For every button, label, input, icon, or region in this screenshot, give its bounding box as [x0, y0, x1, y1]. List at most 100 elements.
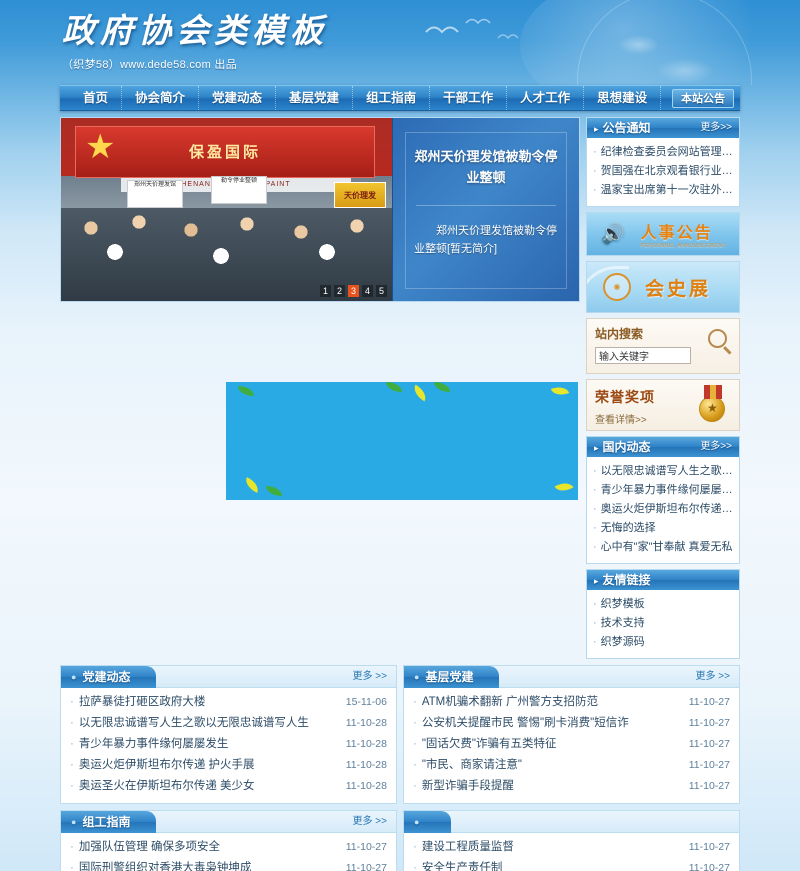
news-row[interactable]: ATM机骗术翻新 广州警方支招防范 11-10-27: [413, 692, 730, 713]
news-row-date: 11-10-28: [345, 759, 387, 771]
list-item[interactable]: 技术支持: [593, 614, 733, 633]
news-row[interactable]: 以无限忠诚谱写人生之歌以无限忠诚谱写人生 11-10-28: [70, 713, 387, 734]
nav-item-list: 首页 协会简介 党建动态 基层党建 组工指南 干部工作 人才工作 思想建设 荣誉…: [60, 86, 737, 110]
awards-banner[interactable]: 荣誉奖项 查看详情>>: [586, 379, 740, 431]
news-box-body: 建设工程质量监督11-10-27 安全生产责任制11-10-27 红花绿叶工程展…: [404, 833, 739, 871]
news-box-body: ATM机骗术翻新 广州警方支招防范 11-10-27 公安机关提醒市民 警惕"刷卡…: [404, 688, 739, 803]
notice-panel-header: 公告通知 更多>>: [587, 118, 739, 138]
slide-photo: 保盈国际 ★ HENAN CO.,LTD.OF PAINT 郑州天价理发馆 勒令…: [61, 118, 394, 301]
list-item[interactable]: 温家宝出席第十一次驻外使节...: [593, 181, 733, 200]
list-item[interactable]: 心中有"家"甘奉献 真爱无私: [593, 538, 733, 557]
list-item[interactable]: 织梦源码: [593, 633, 733, 652]
nav-item-ideology[interactable]: 思想建设: [584, 86, 662, 110]
links-panel-body: 织梦模板 技术支持 织梦源码: [587, 590, 739, 658]
domestic-news-panel: 国内动态 更多>> 以无限忠诚谱写人生之歌以无限 青少年暴力事件缘何屡屡发生 奥…: [586, 436, 740, 564]
links-panel-header: 友情链接: [587, 570, 739, 590]
news-row[interactable]: 青少年暴力事件缘何屡屡发生 11-10-28: [70, 734, 387, 755]
news-row[interactable]: 建设工程质量监督 11-10-27: [413, 837, 730, 858]
news-row-date: 11-10-27: [345, 841, 387, 853]
news-row-title: 国际刑警组织对香港大毒枭钟坤成: [70, 858, 338, 871]
slide-page-2[interactable]: 2: [334, 285, 345, 297]
news-row-date: 11-10-27: [688, 717, 730, 729]
news-grid: 党建动态 更多 >> 拉萨暴徒打砸区政府大楼 15-11-06 以无限忠诚谱写人生…: [60, 382, 740, 871]
news-row[interactable]: 公安机关提醒市民 警惕"刷卡消费"短信诈 11-10-27: [413, 713, 730, 734]
hero-slideshow[interactable]: 保盈国际 ★ HENAN CO.,LTD.OF PAINT 郑州天价理发馆 勒令…: [60, 117, 580, 302]
friendly-links-panel: 友情链接 织梦模板 技术支持 织梦源码: [586, 569, 740, 659]
list-item[interactable]: 以无限忠诚谱写人生之歌以无限: [593, 462, 733, 481]
notice-panel-body: 纪律检查委员会网站管理系统... 贺国强在北京观看银行业反腐... 温家宝出席第…: [587, 138, 739, 206]
news-box-title: 组工指南: [61, 811, 157, 833]
slide-page-3[interactable]: 3: [348, 285, 359, 297]
page-wrap: 保盈国际 ★ HENAN CO.,LTD.OF PAINT 郑州天价理发馆 勒令…: [60, 117, 740, 871]
news-column-right: 基层党建 更多 >> ATM机骗术翻新 广州警方支招防范 11-10-27 公安机…: [403, 665, 740, 871]
news-row-date: 11-10-27: [688, 696, 730, 708]
nav-item-cadre-work[interactable]: 干部工作: [430, 86, 508, 110]
news-box-header: 基层党建 更多 >>: [404, 666, 739, 688]
nav-item-guide[interactable]: 组工指南: [353, 86, 431, 110]
news-box-projects: 建设工程质量监督11-10-27 安全生产责任制11-10-27 红花绿叶工程展…: [403, 810, 740, 871]
domestic-more-link[interactable]: 更多>>: [700, 437, 732, 457]
nav-item-party-news[interactable]: 党建动态: [199, 86, 277, 110]
news-row-title: 以无限忠诚谱写人生之歌以无限忠诚谱写人生: [70, 713, 338, 734]
links-panel-title: 友情链接: [594, 570, 651, 591]
news-row[interactable]: 奥运火炬伊斯坦布尔传递 护火手展 11-10-28: [70, 755, 387, 776]
nav-item-grassroots[interactable]: 基层党建: [276, 86, 354, 110]
news-row-date: 11-10-27: [688, 738, 730, 750]
slide-page-1[interactable]: 1: [320, 285, 331, 297]
news-row-title: 青少年暴力事件缘何屡屡发生: [70, 734, 338, 755]
search-input[interactable]: [595, 347, 691, 364]
nav-item-about[interactable]: 协会简介: [122, 86, 200, 110]
news-row-title: 公安机关提醒市民 警惕"刷卡消费"短信诈: [413, 713, 681, 734]
slide-page-4[interactable]: 4: [362, 285, 373, 297]
right-sidebar: 公告通知 更多>> 纪律检查委员会网站管理系统... 贺国强在北京观看银行业反腐…: [586, 117, 740, 659]
news-row[interactable]: 拉萨暴徒打砸区政府大楼 15-11-06: [70, 692, 387, 713]
list-item[interactable]: 织梦模板: [593, 595, 733, 614]
news-box-more-link[interactable]: 更多 >>: [696, 666, 730, 688]
slide-divider: [416, 204, 556, 206]
magnifier-icon[interactable]: [708, 329, 727, 348]
news-row[interactable]: 奥运圣火在伊斯坦布尔传递 美少女 11-10-28: [70, 776, 387, 797]
slide-caption-panel: 郑州天价理发馆被勒令停业整顿 郑州天价理发馆被勒令停业整顿[暂无简介]: [392, 118, 579, 301]
history-exhibition-banner[interactable]: ✷ 会史展: [586, 261, 740, 313]
nav-item-talent-work[interactable]: 人才工作: [507, 86, 585, 110]
news-row-title: 奥运圣火在伊斯坦布尔传递 美少女: [70, 776, 338, 797]
floating-blue-overlay[interactable]: [226, 382, 578, 500]
news-row-date: 11-10-28: [345, 738, 387, 750]
news-row-title: 新型诈骗手段提醒: [413, 776, 681, 797]
news-row[interactable]: 新型诈骗手段提醒 11-10-27: [413, 776, 730, 797]
news-row[interactable]: 加强队伍管理 确保多项安全 11-10-27: [70, 837, 387, 858]
news-column-left: 党建动态 更多 >> 拉萨暴徒打砸区政府大楼 15-11-06 以无限忠诚谱写人生…: [60, 665, 397, 871]
list-item[interactable]: 青少年暴力事件缘何屡屡发生: [593, 481, 733, 500]
main-navigation: 首页 协会简介 党建动态 基层党建 组工指南 干部工作 人才工作 思想建设 荣誉…: [60, 85, 740, 111]
news-row[interactable]: "固话欠费"诈骗有五类特征 11-10-27: [413, 734, 730, 755]
slide-description: 郑州天价理发馆被勒令停业整顿[暂无简介]: [414, 224, 557, 256]
news-row-date: 11-10-27: [688, 780, 730, 792]
news-box-header: [404, 811, 739, 833]
news-box-body: 拉萨暴徒打砸区政府大楼 15-11-06 以无限忠诚谱写人生之歌以无限忠诚谱写人生…: [61, 688, 396, 803]
news-box-more-link[interactable]: 更多 >>: [353, 811, 387, 833]
protest-sign: 郑州天价理发馆: [127, 180, 183, 208]
slide-page-5[interactable]: 5: [376, 285, 387, 297]
domestic-panel-header: 国内动态 更多>>: [587, 437, 739, 457]
notice-more-link[interactable]: 更多>>: [700, 118, 732, 138]
slideshow-pager[interactable]: 1 2 3 4 5: [320, 285, 387, 297]
site-logo[interactable]: 政府协会类模板 （织梦58）www.dede58.com 出品: [62, 14, 328, 72]
list-item[interactable]: 纪律检查委员会网站管理系统...: [593, 143, 733, 162]
list-item[interactable]: 无悔的选择: [593, 519, 733, 538]
list-item[interactable]: 奥运火炬伊斯坦布尔传递 护火: [593, 500, 733, 519]
news-row-title: "固话欠费"诈骗有五类特征: [413, 734, 681, 755]
nav-item-home[interactable]: 首页: [70, 86, 123, 110]
hr-banner-sublabel: PERSONNEL ANNOUNCEMENT: [640, 243, 727, 249]
news-row[interactable]: 安全生产责任制 11-10-27: [413, 858, 730, 871]
news-box-more-link[interactable]: 更多 >>: [353, 666, 387, 688]
news-row[interactable]: "市民、商家请注意" 11-10-27: [413, 755, 730, 776]
slide-title: 郑州天价理发馆被勒令停业整顿: [414, 149, 558, 185]
list-item[interactable]: 贺国强在北京观看银行业反腐...: [593, 162, 733, 181]
hr-announcement-banner[interactable]: 🔊 人事公告 PERSONNEL ANNOUNCEMENT: [586, 212, 740, 256]
news-row-date: 11-10-27: [688, 862, 730, 871]
site-title: 政府协会类模板: [62, 14, 328, 50]
site-announcement-button[interactable]: 本站公告: [672, 89, 734, 108]
news-row[interactable]: 国际刑警组织对香港大毒枭钟坤成 11-10-27: [70, 858, 387, 871]
news-box-header: 组工指南 更多 >>: [61, 811, 396, 833]
news-row-title: 建设工程质量监督: [413, 837, 681, 858]
